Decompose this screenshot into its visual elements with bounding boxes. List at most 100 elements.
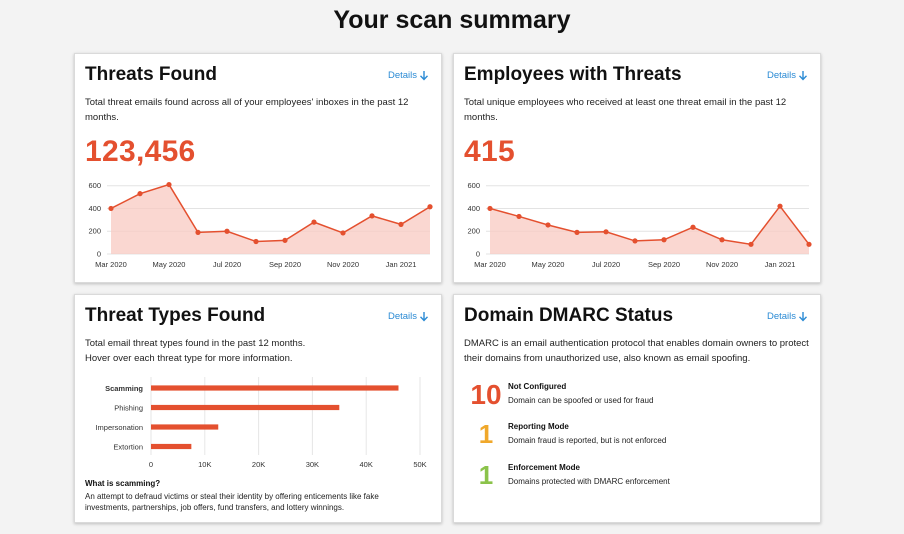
x-tick-label: 10K xyxy=(198,460,211,469)
x-tick-label: Nov 2020 xyxy=(327,260,359,269)
data-point xyxy=(340,230,346,236)
status-description: Domains protected with DMARC enforcement xyxy=(508,477,670,486)
x-tick-label: 30K xyxy=(306,460,319,469)
data-point xyxy=(777,203,783,209)
category-label: Extortion xyxy=(113,442,143,451)
card-description: Total unique employees who received at l… xyxy=(464,97,787,123)
x-tick-label: Sep 2020 xyxy=(269,260,301,269)
x-tick-label: Mar 2020 xyxy=(95,260,127,269)
x-tick-label: Sep 2020 xyxy=(648,260,680,269)
category-label: Scamming xyxy=(105,384,143,393)
details-label: Details xyxy=(387,70,417,81)
data-point xyxy=(398,221,404,227)
data-point xyxy=(137,191,143,197)
data-point xyxy=(195,229,201,235)
status-description: Domain can be spoofed or used for fraud xyxy=(508,396,654,405)
x-tick-label: Jul 2020 xyxy=(592,260,620,269)
y-tick-label: 0 xyxy=(476,250,480,259)
info-title: What is scamming? xyxy=(85,479,161,488)
bar xyxy=(151,424,219,430)
x-tick-label: Jul 2020 xyxy=(213,260,241,269)
threat-count: 123,456 xyxy=(85,135,196,168)
x-tick-label: May 2020 xyxy=(153,260,186,269)
threat-types-card: Threat Types Found Details Total email t… xyxy=(74,294,442,523)
card-description: Total email threat types found in the pa… xyxy=(85,337,433,366)
data-point xyxy=(311,219,317,225)
details-label: Details xyxy=(387,311,417,322)
data-point xyxy=(369,213,375,219)
data-point xyxy=(632,238,638,244)
status-label: Enforcement Mode xyxy=(508,463,581,472)
page-title: Your scan summary xyxy=(333,6,571,34)
threats-trend-chart: 0 200 400 600 Mar 2020 May 2020 Jul 2020 Sep 20… xyxy=(88,181,433,269)
data-point xyxy=(603,229,609,235)
card-title: Employees with Threats xyxy=(464,64,682,85)
category-label: Impersonation xyxy=(95,423,143,432)
y-tick-label: 400 xyxy=(88,204,101,213)
data-point xyxy=(690,224,696,230)
y-tick-label: 400 xyxy=(467,204,480,213)
data-point xyxy=(108,205,114,212)
arrow-down-icon xyxy=(419,312,429,322)
details-link[interactable]: Details xyxy=(388,70,429,81)
data-point xyxy=(574,229,580,235)
y-tick-label: 200 xyxy=(88,227,101,236)
x-tick-label: Jan 2021 xyxy=(386,260,417,269)
category-label: Phishing xyxy=(114,403,143,412)
data-point xyxy=(661,237,667,243)
status-count: 10 xyxy=(470,379,502,410)
arrow-down-icon xyxy=(798,312,808,322)
details-label: Details xyxy=(766,311,796,322)
status-description: Domain fraud is reported, but is not enf… xyxy=(508,436,667,445)
threat-types-bar-chart: 0 10K 20K 30K 40K 50K Scamming Phishing Imperson… xyxy=(95,377,427,469)
data-point xyxy=(427,204,433,210)
card-title: Threat Types Found xyxy=(85,305,266,326)
bar xyxy=(151,404,340,411)
x-tick-label: Mar 2020 xyxy=(474,260,506,269)
details-link[interactable]: Details xyxy=(767,70,808,81)
y-tick-label: 0 xyxy=(97,250,101,259)
status-label: Not Configured xyxy=(508,382,567,391)
status-label: Reporting Mode xyxy=(508,422,569,431)
data-point xyxy=(545,222,551,228)
data-point xyxy=(224,228,230,234)
x-tick-label: Nov 2020 xyxy=(706,260,738,269)
employees-threats-card: Employees with Threats Details Total uni… xyxy=(453,53,821,283)
x-tick-label: May 2020 xyxy=(532,260,565,269)
description-line: Total email threat types found in the pa… xyxy=(85,338,306,349)
x-tick-label: 40K xyxy=(360,460,373,469)
y-tick-label: 600 xyxy=(88,181,101,190)
bar xyxy=(151,443,192,450)
data-point xyxy=(719,237,725,243)
y-tick-label: 600 xyxy=(467,181,480,190)
x-tick-label: 50K xyxy=(413,460,426,469)
details-label: Details xyxy=(766,70,796,81)
card-description: DMARC is an email authentication protoco… xyxy=(464,338,809,364)
data-point xyxy=(516,213,522,220)
arrow-down-icon xyxy=(798,71,808,81)
description-line: Hover over each threat type for more inf… xyxy=(85,352,293,364)
data-point xyxy=(806,241,812,247)
data-point xyxy=(748,241,754,247)
bar xyxy=(151,385,399,391)
card-title: Threats Found xyxy=(85,64,217,85)
x-tick-label: 20K xyxy=(252,460,265,469)
data-point xyxy=(487,205,493,212)
data-point xyxy=(282,237,288,243)
arrow-down-icon xyxy=(419,71,429,81)
employee-count: 415 xyxy=(464,135,515,168)
status-count: 1 xyxy=(478,419,494,449)
status-enforcement-mode: 1 Enforcement Mode Domains protected wit… xyxy=(464,460,670,491)
threats-found-card: Threats Found Details Total threat email… xyxy=(74,53,442,283)
data-point xyxy=(166,181,172,188)
card-description: Total threat emails found across all of … xyxy=(85,97,409,123)
status-count: 1 xyxy=(478,460,494,490)
details-link[interactable]: Details xyxy=(388,311,429,322)
status-reporting-mode: 1 Reporting Mode Domain fraud is reporte… xyxy=(464,419,667,450)
details-link[interactable]: Details xyxy=(767,311,808,322)
dmarc-status-card: Domain DMARC Status Details DMARC is an … xyxy=(453,294,821,523)
status-not-configured: 10 Not Configured Domain can be spoofed … xyxy=(464,379,653,411)
card-title: Domain DMARC Status xyxy=(464,305,674,326)
info-text: An attempt to defraud victims or steal t… xyxy=(85,492,379,512)
data-point xyxy=(253,238,259,245)
